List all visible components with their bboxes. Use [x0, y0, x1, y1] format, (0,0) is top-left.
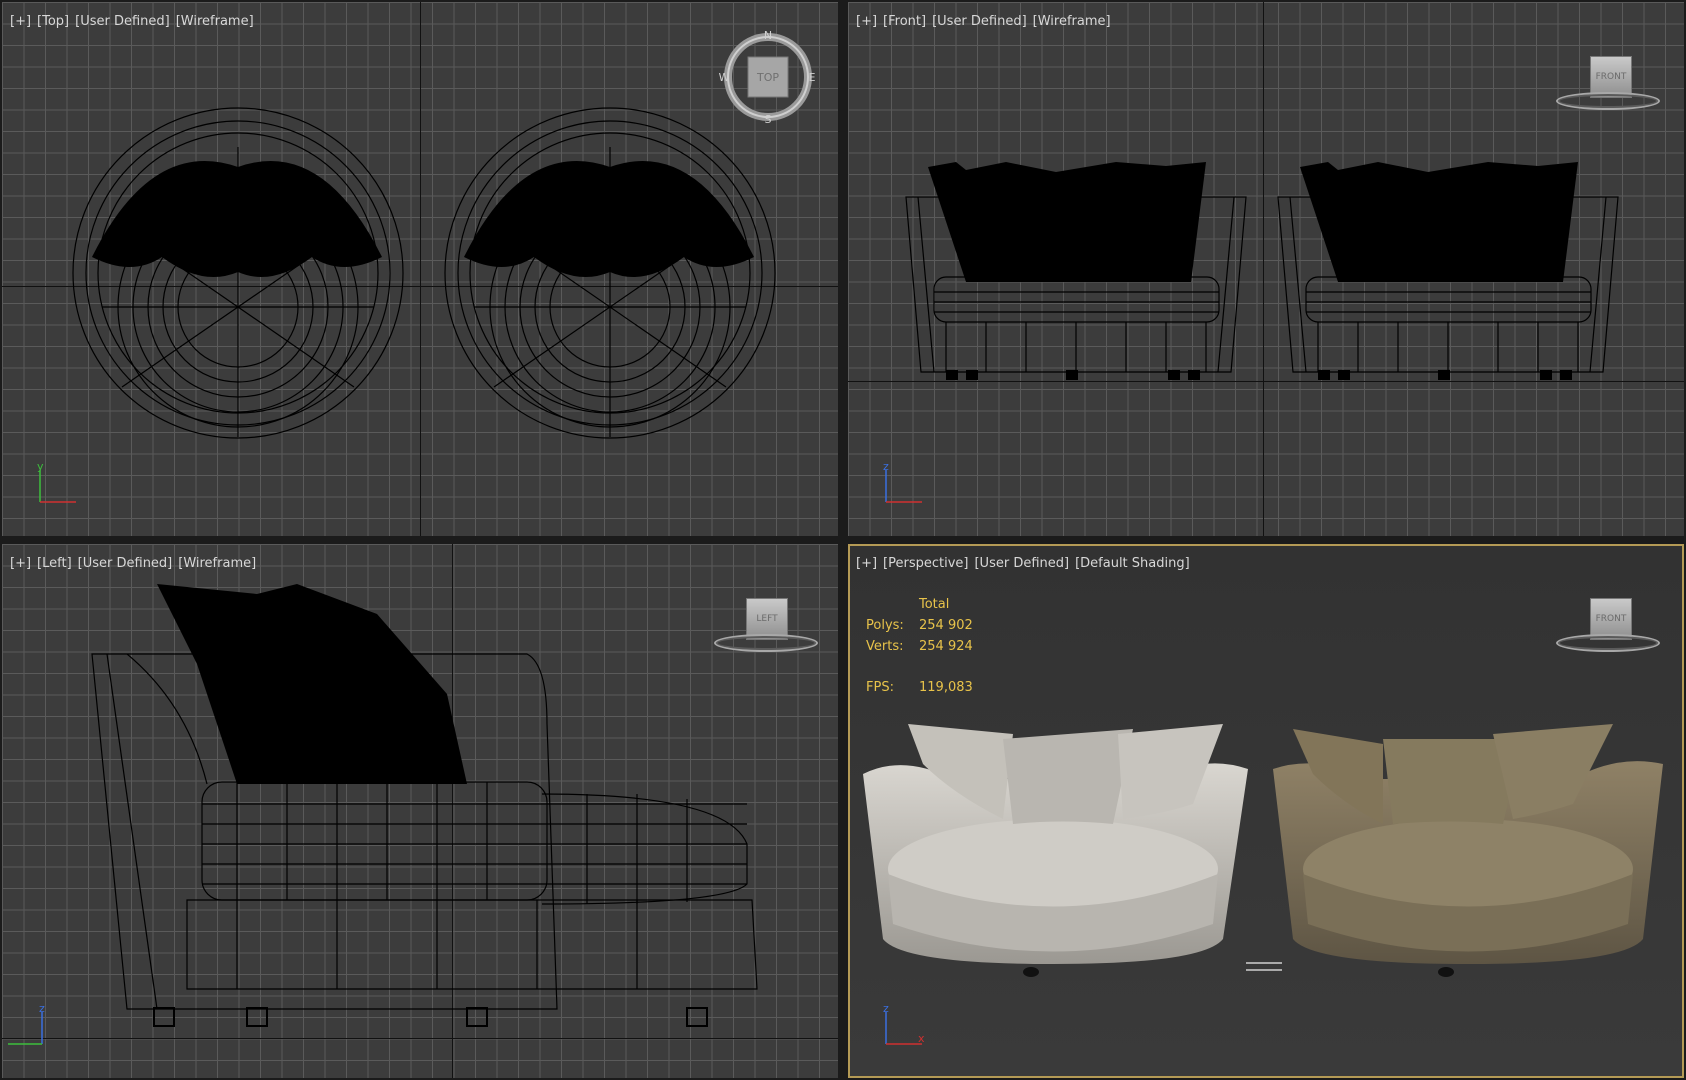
- viewcube-ring[interactable]: [1556, 92, 1660, 110]
- viewport-label: [+] [Left] [User Defined] [Wireframe]: [10, 556, 262, 571]
- world-axis-vertical: [420, 2, 421, 536]
- viewport-menu-button[interactable]: [+]: [856, 556, 877, 571]
- viewport-menu-button[interactable]: [+]: [10, 556, 31, 571]
- stats-header: Total: [919, 597, 950, 612]
- chair-render-light[interactable]: [863, 724, 1248, 994]
- chair-wireframe-front-right[interactable]: [1277, 162, 1619, 382]
- view-type-menu[interactable]: [Left]: [37, 556, 72, 571]
- chair-render-tan[interactable]: [1273, 724, 1663, 994]
- viewport-label: [+] [Front] [User Defined] [Wireframe]: [856, 14, 1117, 29]
- viewport-menu-button[interactable]: [+]: [856, 14, 877, 29]
- chair-wireframe-side[interactable]: [87, 584, 758, 1044]
- world-axis-vertical: [1263, 2, 1264, 536]
- chair-wireframe-top-right[interactable]: [434, 107, 786, 439]
- svg-text:N: N: [764, 29, 772, 42]
- shading-menu[interactable]: [Wireframe]: [1033, 14, 1111, 29]
- svg-text:x: x: [918, 1032, 925, 1045]
- axis-tripod: y: [37, 460, 76, 503]
- view-settings-menu[interactable]: [User Defined]: [75, 14, 170, 29]
- viewcube-face-label: TOP: [756, 71, 779, 84]
- viewport-menu-button[interactable]: [+]: [10, 14, 31, 29]
- polys-label: Polys:: [866, 618, 904, 633]
- view-type-menu[interactable]: [Top]: [37, 14, 69, 29]
- viewport-front[interactable]: [+] [Front] [User Defined] [Wireframe] FRON…: [848, 2, 1684, 536]
- viewport-label: [+] [Top] [User Defined] [Wireframe]: [10, 14, 260, 29]
- shading-menu[interactable]: [Wireframe]: [176, 14, 254, 29]
- viewport-left[interactable]: [+] [Left] [User Defined] [Wireframe] LEFT …: [2, 544, 838, 1078]
- verts-label: Verts:: [866, 639, 904, 654]
- view-type-menu[interactable]: [Perspective]: [883, 556, 968, 571]
- verts-value: 254 924: [919, 639, 973, 654]
- shading-menu[interactable]: [Wireframe]: [178, 556, 256, 571]
- scene-statistics: Total Polys: 254 902 Verts: 254 924 FPS: 11…: [866, 594, 973, 698]
- view-settings-menu[interactable]: [User Defined]: [78, 556, 173, 571]
- axis-tripod: z: [8, 1002, 45, 1045]
- axis-tripod: z: [883, 460, 922, 503]
- viewport-top[interactable]: [+] [Top] [User Defined] [Wireframe] TOP N …: [2, 2, 838, 536]
- chair-wireframe-top-left[interactable]: [62, 107, 414, 439]
- svg-text:y: y: [37, 460, 44, 473]
- svg-text:z: z: [883, 1002, 889, 1015]
- svg-text:W: W: [719, 71, 730, 84]
- polys-value: 254 902: [919, 618, 973, 633]
- chair-wireframe-front-left[interactable]: [905, 162, 1247, 382]
- viewport-perspective[interactable]: [+] [Perspective] [User Defined] [Default S…: [848, 544, 1684, 1078]
- fps-value: 119,083: [919, 680, 973, 695]
- svg-text:E: E: [809, 71, 816, 84]
- viewport-label: [+] [Perspective] [User Defined] [Default S…: [856, 556, 1196, 571]
- svg-text:z: z: [39, 1002, 45, 1015]
- view-settings-menu[interactable]: [User Defined]: [974, 556, 1069, 571]
- shading-menu[interactable]: [Default Shading]: [1075, 556, 1190, 571]
- viewcube-ring[interactable]: [1556, 634, 1660, 652]
- svg-text:z: z: [883, 460, 889, 473]
- view-settings-menu[interactable]: [User Defined]: [932, 14, 1027, 29]
- axis-tripod: z x: [883, 1002, 925, 1045]
- fps-label: FPS:: [866, 680, 894, 695]
- view-type-menu[interactable]: [Front]: [883, 14, 926, 29]
